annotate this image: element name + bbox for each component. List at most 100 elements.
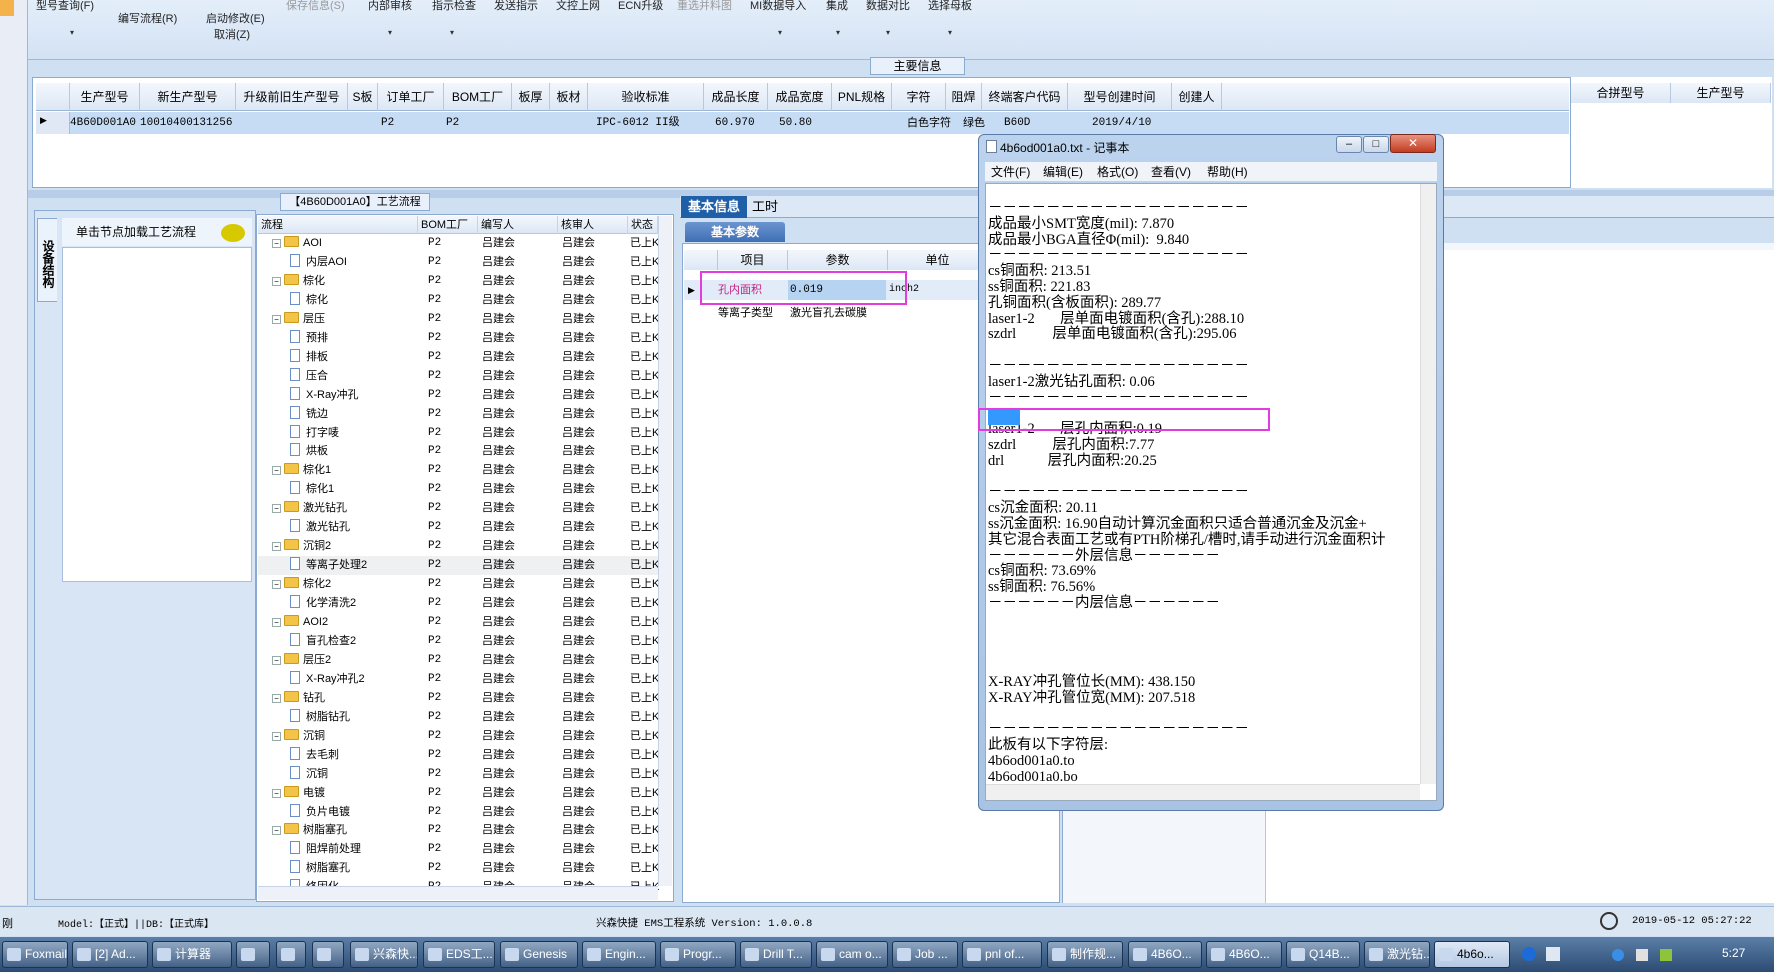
toolbar-write-flow[interactable]: 编写流程(R) [118,10,177,26]
col-header[interactable]: 终端客户代码 [982,83,1068,111]
taskbar-button[interactable]: 制作规... [1047,941,1123,968]
table-row[interactable]: 4B60D001A0 10010400131256 P2 P2 IPC-6012… [36,112,1569,134]
maximize-icon[interactable]: □ [1363,136,1389,153]
collapse-icon[interactable]: − [272,314,281,324]
flow-row[interactable]: 化学清洗2 P2 吕建会 吕建会 已上K [258,594,659,613]
flow-node[interactable]: − 层压 [272,310,325,329]
flow-row[interactable]: X-Ray冲孔 P2 吕建会 吕建会 已上K [258,386,659,405]
dropdown-arrow-icon[interactable]: ▾ [778,28,782,37]
col-header[interactable]: 创建人 [1172,83,1222,111]
minimize-icon[interactable]: – [1336,136,1362,153]
flow-row[interactable]: 阻焊前处理 P2 吕建会 吕建会 已上K [258,840,659,859]
col-header[interactable]: 成品宽度 [768,83,832,111]
flow-node[interactable]: 烘板 [290,442,328,461]
flow-row[interactable]: − 沉铜2 P2 吕建会 吕建会 已上K [258,537,659,556]
col-header[interactable]: 编写人 [478,216,558,234]
flow-horizontal-scrollbar[interactable] [258,886,658,900]
flow-node[interactable]: 预排 [290,329,328,348]
structure-tree[interactable] [62,247,252,582]
orange-tab[interactable] [0,0,14,16]
toolbar-data-compare[interactable]: 数据对比 [866,0,910,13]
col-header[interactable]: 板厚 [512,83,550,111]
tab-basic-info[interactable]: 基本信息 [681,196,747,218]
taskbar-button[interactable]: 4B6O... [1128,941,1202,968]
flow-node[interactable]: 棕化 [290,291,328,310]
flow-node[interactable]: 棕化1 [290,480,334,499]
flow-row[interactable]: − AOI2 P2 吕建会 吕建会 已上K [258,613,659,632]
flow-row[interactable]: 棕化 P2 吕建会 吕建会 已上K [258,291,659,310]
menu-format[interactable]: 格式(O) [1097,162,1138,182]
dropdown-arrow-icon[interactable]: ▾ [450,28,454,37]
taskbar-button[interactable]: Engin... [582,941,656,968]
flow-node[interactable]: 树脂塞孔 [290,859,350,878]
notepad-vertical-scrollbar[interactable] [1420,184,1436,784]
taskbar-button[interactable]: pnl of... [962,941,1042,968]
flow-node[interactable]: X-Ray冲孔2 [290,670,365,689]
flow-node[interactable]: − 棕化1 [272,461,331,480]
flow-node[interactable]: − 棕化 [272,272,325,291]
flow-node[interactable]: 内层AOI [290,253,347,272]
col-header[interactable]: 阻焊 [946,83,982,111]
close-icon[interactable]: ✕ [1390,134,1436,153]
dropdown-arrow-icon[interactable]: ▾ [836,28,840,37]
flow-row[interactable]: − 激光钻孔 P2 吕建会 吕建会 已上K [258,499,659,518]
dropdown-arrow-icon[interactable]: ▾ [886,28,890,37]
toolbar-save-info[interactable]: 保存信息(S) [286,0,345,13]
flow-row[interactable]: − 棕化1 P2 吕建会 吕建会 已上K [258,461,659,480]
col-header[interactable]: 状态 [628,216,658,234]
flow-node[interactable]: 盲孔检查2 [290,632,356,651]
flow-row[interactable]: − 棕化 P2 吕建会 吕建会 已上K [258,272,659,291]
flow-node[interactable]: − 棕化2 [272,575,331,594]
flow-row[interactable]: − 层压 P2 吕建会 吕建会 已上K [258,310,659,329]
col-header[interactable]: 成品长度 [704,83,768,111]
collapse-icon[interactable]: − [272,788,281,798]
flow-row[interactable]: − 层压2 P2 吕建会 吕建会 已上K [258,651,659,670]
menu-view[interactable]: 查看(V) [1151,162,1191,182]
flow-row[interactable]: − 钻孔 P2 吕建会 吕建会 已上K [258,689,659,708]
flow-node[interactable]: − 层压2 [272,651,331,670]
toolbar-internal-review[interactable]: 内部审核 [368,0,412,13]
toolbar-integrate[interactable]: 集成 [826,0,848,13]
notepad-horizontal-scrollbar[interactable] [986,784,1420,800]
menu-edit[interactable]: 编辑(E) [1043,162,1083,182]
flow-node[interactable]: − 沉铜2 [272,537,331,556]
taskbar-button[interactable]: Genesis [500,941,578,968]
flow-node[interactable]: − 钻孔 [272,689,325,708]
network-tray-icon[interactable] [1546,947,1560,961]
flow-row[interactable]: 沉铜 P2 吕建会 吕建会 已上K [258,765,659,784]
row-selector[interactable]: ▶ [36,112,70,134]
flow-row[interactable]: X-Ray冲孔2 P2 吕建会 吕建会 已上K [258,670,659,689]
toolbar-send-instruction[interactable]: 发送指示 [494,0,538,13]
col-header[interactable]: 订单工厂 [378,83,444,111]
flow-row[interactable]: 盲孔检查2 P2 吕建会 吕建会 已上K [258,632,659,651]
col-header[interactable]: 板材 [550,83,588,111]
collapse-icon[interactable]: − [272,504,281,514]
taskbar-button[interactable]: Foxmail [2,941,68,968]
flow-node[interactable]: 阻焊前处理 [290,840,361,859]
flow-row[interactable]: 负片电镀 P2 吕建会 吕建会 已上K [258,803,659,822]
taskbar-button[interactable]: 激光钻... [1364,941,1430,968]
taskbar-button[interactable] [312,941,344,968]
taskbar-button[interactable]: 4b6o... [1434,941,1510,968]
col-header[interactable]: 型号创建时间 [1068,83,1172,111]
param-value[interactable]: 激光盲孔去碳膜 [790,303,867,323]
toolbar-check-instruction[interactable]: 指示检查 [432,0,476,13]
flow-row[interactable]: 树脂塞孔 P2 吕建会 吕建会 已上K [258,859,659,878]
taskbar-button[interactable]: [2] Ad... [72,941,148,968]
col-header[interactable]: 项目 [718,250,788,270]
flow-row[interactable]: 预排 P2 吕建会 吕建会 已上K [258,329,659,348]
tab-device-structure[interactable]: 设备结构 [37,218,57,302]
flow-row[interactable]: 激光钻孔 P2 吕建会 吕建会 已上K [258,518,659,537]
flow-node[interactable]: − 激光钻孔 [272,499,347,518]
col-header[interactable]: 合拼型号 [1571,83,1671,103]
flow-node[interactable]: 等离子处理2 [290,556,367,575]
flow-row[interactable]: 内层AOI P2 吕建会 吕建会 已上K [258,253,659,272]
flow-node[interactable]: − AOI [272,234,322,253]
collapse-icon[interactable]: − [272,239,281,248]
taskbar-button[interactable] [276,941,306,968]
help-tray-icon[interactable] [1522,947,1536,961]
col-header[interactable]: 参数 [788,250,888,270]
flow-row[interactable]: − AOI P2 吕建会 吕建会 已上K [258,234,659,253]
col-header[interactable]: 单位 [888,250,988,270]
taskbar-button[interactable]: EDS工... [423,941,495,968]
